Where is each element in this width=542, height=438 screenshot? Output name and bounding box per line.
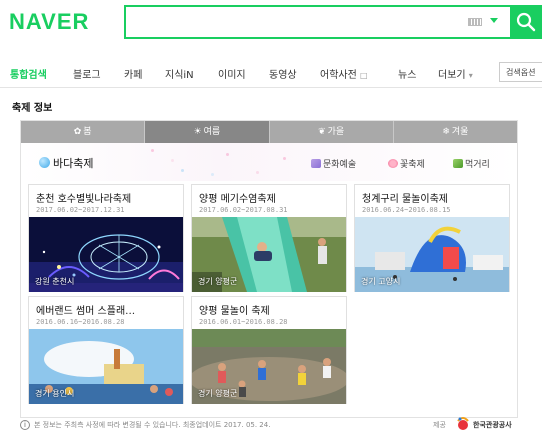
festival-date: 2016.06.16~2016.08.28 bbox=[36, 318, 125, 326]
tab-more-label: 더보기 bbox=[438, 70, 466, 81]
theme-filter-row: 바다축제 문화예술 꽃축제 먹거리 bbox=[21, 143, 517, 181]
season-tab-winter[interactable]: ❄ 겨울 bbox=[393, 121, 517, 143]
bubble-icon bbox=[39, 157, 50, 168]
festival-location: 경기 양평군 bbox=[198, 277, 238, 286]
search-input[interactable] bbox=[130, 11, 460, 33]
tab-images[interactable]: 이미지 bbox=[218, 66, 246, 81]
theme-option-label: 먹거리 bbox=[465, 160, 490, 170]
header: NAVER bbox=[0, 0, 542, 50]
tab-dictionary-label: 어학사전 bbox=[320, 70, 357, 81]
sun-icon: ☀ bbox=[193, 127, 202, 137]
chevron-down-icon[interactable] bbox=[490, 18, 498, 23]
theme-option-label: 문화예술 bbox=[323, 160, 357, 170]
search-tabs: 통합검색 블로그 카페 지식iN 이미지 동영상 어학사전 □ 뉴스 더보기 ▾… bbox=[0, 58, 542, 88]
festival-title: 양평 물놀이 축제 bbox=[199, 306, 270, 317]
culture-icon bbox=[311, 159, 321, 168]
info-icon: i bbox=[20, 420, 30, 430]
theme-option-label: 꽃축제 bbox=[400, 160, 425, 170]
theme-flower-festival[interactable]: 꽃축제 bbox=[388, 157, 425, 170]
tab-kin[interactable]: 지식iN bbox=[165, 66, 194, 81]
festival-date: 2016.06.01~2016.08.28 bbox=[199, 318, 288, 326]
festival-title: 에버랜드 썸머 스플래… bbox=[36, 306, 136, 317]
festival-image-night-lights: 강원 춘천시 bbox=[29, 217, 183, 292]
food-icon bbox=[453, 159, 463, 168]
theme-active-label: 바다축제 bbox=[53, 157, 94, 170]
tab-news[interactable]: 뉴스 bbox=[398, 66, 416, 81]
festival-title: 청계구리 물놀이축제 bbox=[362, 194, 448, 205]
provider-label: 제공 bbox=[433, 421, 446, 429]
festival-image-water-park: 경기 용인시 bbox=[29, 329, 183, 404]
festival-date: 2017.06.02~2017.12.31 bbox=[36, 206, 125, 214]
festival-image-inflatable-pool: 경기 고양시 bbox=[355, 217, 509, 292]
season-label: 가을 bbox=[327, 127, 345, 137]
season-tabs: ✿ 봄 ☀ 여름 ❦ 가을 ❄ 겨울 bbox=[21, 121, 517, 143]
decorative-dots bbox=[21, 143, 517, 181]
external-window-icon: □ bbox=[360, 71, 368, 80]
festival-location: 경기 용인시 bbox=[35, 389, 75, 398]
theme-sea-festival[interactable]: 바다축제 bbox=[39, 155, 93, 171]
season-label: 여름 bbox=[203, 127, 221, 137]
section-title: 축제 정보 bbox=[12, 103, 53, 114]
snowflake-icon: ❄ bbox=[442, 127, 450, 137]
festival-card[interactable]: 에버랜드 썸머 스플래… 2016.06.16~2016.08.28 경기 용인… bbox=[28, 296, 184, 404]
festival-panel: ✿ 봄 ☀ 여름 ❦ 가을 ❄ 겨울 바다축제 문화예술 꽃축제 먹거리 춘천 호수별빛… bbox=[20, 120, 518, 418]
festival-title: 양평 메기수염축제 bbox=[199, 194, 276, 205]
festival-image-stream-play: 경기 양평군 bbox=[192, 329, 346, 404]
season-label: 봄 bbox=[83, 127, 92, 137]
festival-card[interactable]: 청계구리 물놀이축제 2016.06.24~2016.08.15 경기 고양시 bbox=[354, 184, 510, 292]
theme-food[interactable]: 먹거리 bbox=[453, 157, 490, 170]
festival-card[interactable]: 양평 메기수염축제 2017.06.02~2017.08.31 경기 양평군 bbox=[191, 184, 347, 292]
tab-dictionary[interactable]: 어학사전 □ bbox=[320, 66, 368, 81]
tab-integrated-search[interactable]: 통합검색 bbox=[10, 66, 47, 81]
naver-logo[interactable]: NAVER bbox=[9, 9, 89, 35]
keyboard-icon[interactable] bbox=[468, 18, 482, 26]
theme-culture-arts[interactable]: 문화예술 bbox=[311, 157, 356, 170]
leaf-icon: ❦ bbox=[318, 127, 326, 137]
tab-blog[interactable]: 블로그 bbox=[73, 66, 101, 81]
festival-location: 강원 춘천시 bbox=[35, 277, 75, 286]
season-label: 겨울 bbox=[451, 127, 469, 137]
season-tab-spring[interactable]: ✿ 봄 bbox=[21, 121, 146, 143]
festival-title: 춘천 호수별빛나라축제 bbox=[36, 194, 132, 205]
flower-icon bbox=[388, 159, 398, 168]
festival-card[interactable]: 양평 물놀이 축제 2016.06.01~2016.08.28 경기 양평군 bbox=[191, 296, 347, 404]
provider-name[interactable]: 한국관광공사 bbox=[473, 420, 512, 430]
footer: i 본 정보는 주최측 사정에 따라 변경될 수 있습니다. 최종업데이트 20… bbox=[20, 417, 518, 434]
festival-card[interactable]: 춘천 호수별빛나라축제 2017.06.02~2017.12.31 강원 춘천시 bbox=[28, 184, 184, 292]
season-tab-summer[interactable]: ☀ 여름 bbox=[145, 121, 270, 143]
search-box bbox=[124, 5, 510, 39]
chevron-down-icon: ▾ bbox=[468, 71, 473, 80]
festival-location: 경기 양평군 bbox=[198, 389, 238, 398]
season-tab-autumn[interactable]: ❦ 가을 bbox=[269, 121, 394, 143]
festival-date: 2016.06.24~2016.08.15 bbox=[362, 206, 451, 214]
update-notice: 본 정보는 주최측 사정에 따라 변경될 수 있습니다. 최종업데이트 2017… bbox=[34, 421, 271, 429]
festival-date: 2017.06.02~2017.08.31 bbox=[199, 206, 288, 214]
tab-more[interactable]: 더보기 ▾ bbox=[438, 66, 473, 81]
festival-image-water-slide: 경기 양평군 bbox=[192, 217, 346, 292]
tab-cafe[interactable]: 카페 bbox=[124, 66, 142, 81]
kto-logo-icon bbox=[457, 417, 469, 430]
festival-location: 경기 고양시 bbox=[361, 277, 401, 286]
flower-icon: ✿ bbox=[73, 127, 82, 137]
search-button[interactable] bbox=[510, 5, 542, 39]
search-options-button[interactable]: 검색옵션 bbox=[499, 62, 542, 82]
search-icon bbox=[516, 12, 536, 32]
tab-video[interactable]: 동영상 bbox=[269, 66, 297, 81]
